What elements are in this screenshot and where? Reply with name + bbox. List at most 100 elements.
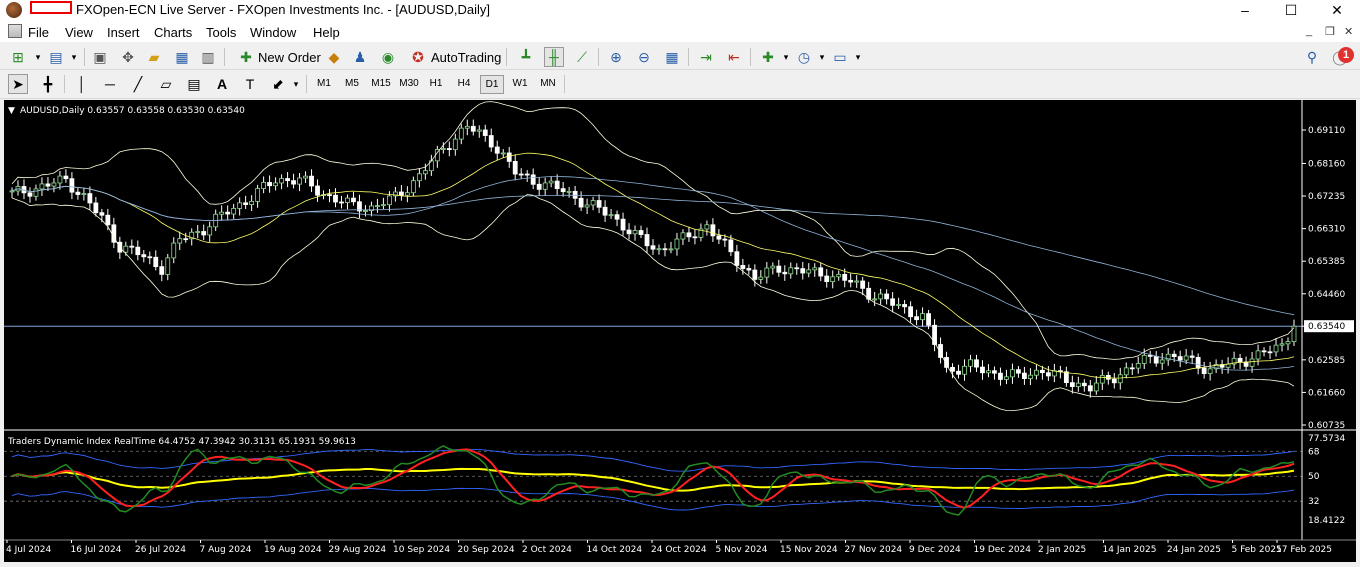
- profiles-icon[interactable]: ▤: [46, 47, 66, 67]
- new-chart-icon[interactable]: ⊞: [8, 47, 28, 67]
- search-icon[interactable]: ⚲: [1302, 47, 1322, 67]
- text-label-icon[interactable]: T: [240, 74, 260, 94]
- market-watch-icon[interactable]: ▣: [90, 47, 110, 67]
- vertical-line-icon[interactable]: │: [72, 74, 92, 94]
- indicators-icon[interactable]: ✚: [758, 47, 778, 67]
- candle-down: [1045, 372, 1051, 377]
- autotrading-button[interactable]: AutoTrading: [431, 50, 501, 65]
- maximize-button[interactable]: ☐: [1268, 0, 1314, 22]
- menu-insert[interactable]: Insert: [107, 25, 140, 40]
- timeframe-m1[interactable]: M1: [312, 75, 336, 94]
- bar-chart-icon[interactable]: ┻: [516, 47, 536, 67]
- date-tick-label: 26 Jul 2024: [135, 545, 186, 555]
- menu-file[interactable]: File: [28, 25, 49, 40]
- dropdown-arrow-icon[interactable]: ▾: [64, 47, 84, 67]
- candle-down: [974, 359, 979, 368]
- tile-windows-icon[interactable]: ▦: [662, 47, 682, 67]
- auto-scroll-icon[interactable]: ⇥: [696, 47, 716, 67]
- timeframe-h4[interactable]: H4: [452, 75, 476, 94]
- timeframe-h1[interactable]: H1: [424, 75, 448, 94]
- candle-up: [464, 125, 470, 129]
- candle-down: [1153, 355, 1159, 364]
- price-tick-label: 0.62585: [1308, 356, 1345, 366]
- mdi-restore-button[interactable]: ❐: [1325, 25, 1335, 38]
- signals-icon[interactable]: ♟: [350, 47, 370, 67]
- templates-icon[interactable]: ▭: [830, 47, 850, 67]
- periods-clock-icon[interactable]: ◷: [794, 47, 814, 67]
- arrows-icon[interactable]: ⬋: [268, 74, 288, 94]
- candle-down: [650, 245, 656, 250]
- mdi-minimize-button[interactable]: _: [1306, 25, 1312, 37]
- candle-down: [27, 192, 33, 197]
- crosshair-icon[interactable]: ╋: [38, 74, 58, 94]
- close-button[interactable]: ✕: [1314, 0, 1360, 22]
- menu-help[interactable]: Help: [313, 25, 340, 40]
- horizontal-line-icon[interactable]: ─: [100, 74, 120, 94]
- timeframe-m15[interactable]: M15: [368, 75, 394, 94]
- candle-down: [890, 298, 896, 306]
- metaeditor-icon[interactable]: ◆: [324, 47, 344, 67]
- candle-down: [620, 218, 626, 231]
- zoom-out-icon[interactable]: ⊖: [634, 47, 654, 67]
- candle-down: [716, 235, 722, 240]
- candle-up: [608, 214, 614, 217]
- candle-up: [1273, 344, 1279, 353]
- dropdown-arrow-icon[interactable]: ▾: [812, 47, 832, 67]
- candle-down: [1022, 372, 1027, 379]
- document-icon[interactable]: [8, 24, 22, 38]
- folder-icon[interactable]: ▰: [144, 47, 164, 67]
- new-order-icon[interactable]: ✚: [236, 47, 256, 67]
- dropdown-arrow-icon[interactable]: ▾: [28, 47, 48, 67]
- menu-tools[interactable]: Tools: [206, 25, 236, 40]
- timeframe-m30[interactable]: M30: [396, 75, 422, 94]
- candle-up: [1034, 369, 1039, 376]
- text-icon[interactable]: A: [212, 74, 232, 94]
- minimize-button[interactable]: –: [1222, 0, 1268, 22]
- candle-up: [345, 197, 350, 203]
- candlestick-chart-icon[interactable]: ╫: [544, 47, 564, 67]
- strategy-tester-icon[interactable]: ▥: [198, 47, 218, 67]
- chart-window[interactable]: 0.69110 0.68160 0.67235 0.66310 0.65385 0.644…: [4, 100, 1356, 562]
- candle-down: [309, 175, 314, 187]
- timeframe-w1[interactable]: W1: [508, 75, 532, 94]
- new-order-button[interactable]: New Order: [258, 50, 321, 65]
- candle-down: [782, 271, 788, 275]
- candle-down: [818, 267, 824, 277]
- timeframe-d1[interactable]: D1: [480, 75, 504, 94]
- candle-up: [872, 298, 878, 301]
- dropdown-arrow-icon[interactable]: ▾: [776, 47, 796, 67]
- timeframe-m5[interactable]: M5: [340, 75, 364, 94]
- timeframe-mn[interactable]: MN: [536, 75, 560, 94]
- autotrading-icon[interactable]: ✪: [408, 47, 428, 67]
- date-tick-label: 7 Aug 2024: [200, 545, 252, 555]
- cursor-icon[interactable]: ➤: [8, 74, 28, 94]
- menu-charts[interactable]: Charts: [154, 25, 192, 40]
- market-icon[interactable]: ◉: [378, 47, 398, 67]
- menu-window[interactable]: Window: [250, 25, 296, 40]
- menu-view[interactable]: View: [65, 25, 93, 40]
- mdi-close-button[interactable]: ✕: [1344, 25, 1353, 38]
- separator: [564, 75, 565, 93]
- separator: [506, 48, 507, 66]
- candle-down: [998, 372, 1003, 380]
- chart-shift-icon[interactable]: ⇤: [724, 47, 744, 67]
- candle-down: [135, 246, 141, 256]
- redacted-label: [30, 1, 72, 14]
- candle-up: [542, 182, 548, 190]
- line-chart-icon[interactable]: ⟋: [572, 47, 592, 67]
- candle-up: [1093, 382, 1099, 392]
- candle-down: [794, 267, 800, 270]
- dropdown-arrow-icon[interactable]: ▾: [848, 47, 868, 67]
- crosshair-navigator-icon[interactable]: ✥: [118, 47, 138, 67]
- zoom-in-icon[interactable]: ⊕: [606, 47, 626, 67]
- chart-collapse-icon[interactable]: ▼: [8, 106, 15, 116]
- terminal-icon[interactable]: ▦: [172, 47, 192, 67]
- fibonacci-icon[interactable]: ▤: [184, 74, 204, 94]
- trendline-icon[interactable]: ╱: [128, 74, 148, 94]
- equidistant-channel-icon[interactable]: ▱: [156, 74, 176, 94]
- date-tick-label: 14 Jan 2025: [1103, 545, 1157, 555]
- notification-badge[interactable]: 1: [1338, 47, 1354, 63]
- candle-down: [1267, 351, 1273, 354]
- dropdown-arrow-icon[interactable]: ▾: [286, 74, 306, 94]
- price-chart[interactable]: 0.69110 0.68160 0.67235 0.66310 0.65385 0.644…: [4, 100, 1356, 562]
